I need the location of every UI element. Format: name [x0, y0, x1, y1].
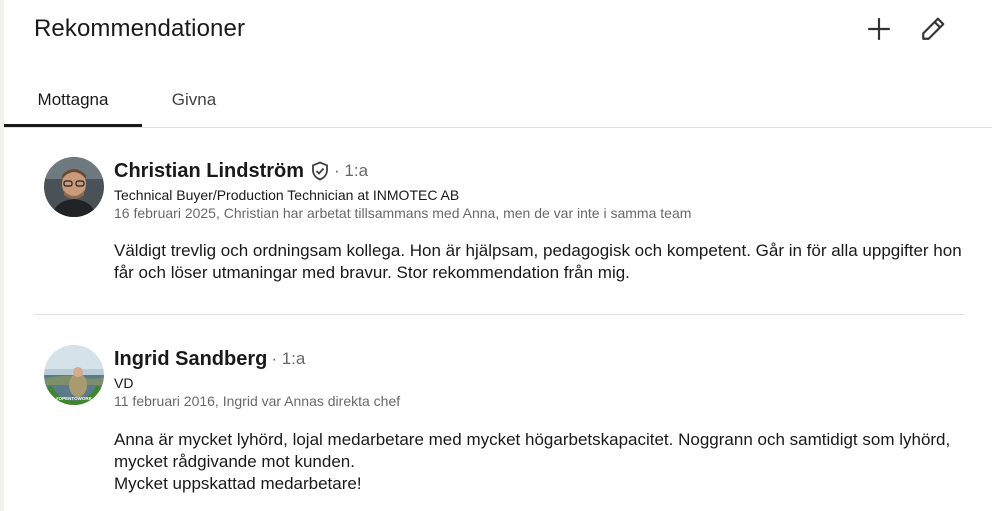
- connection-degree: · 1:a: [271, 349, 306, 368]
- recommender-name[interactable]: Ingrid Sandberg: [114, 348, 267, 371]
- section-header: Rekommendationer: [34, 14, 968, 44]
- recommender-headline: Technical Buyer/Production Technician at…: [114, 187, 460, 203]
- recommendation-text: Anna är mycket lyhörd, lojal medarbetare…: [114, 430, 951, 493]
- verified-shield-icon: [310, 161, 330, 181]
- recommender-headline: VD: [114, 375, 134, 391]
- opentowork-frame-text: #OPENTOWORK: [56, 396, 92, 401]
- pencil-icon: [922, 17, 945, 40]
- avatar[interactable]: [44, 157, 104, 217]
- tab-given[interactable]: Givna: [142, 72, 246, 127]
- tab-received[interactable]: Mottagna: [4, 72, 142, 127]
- edit-recommendations-button[interactable]: [916, 12, 950, 46]
- add-recommendation-button[interactable]: [862, 12, 896, 46]
- recommender-name[interactable]: Christian Lindström: [114, 160, 304, 183]
- recommendation-meta: 11 februari 2016, Ingrid var Annas direk…: [114, 393, 401, 409]
- page-title: Rekommendationer: [34, 15, 246, 42]
- connection-degree: · 1:a: [334, 161, 369, 180]
- tabs-divider: [4, 127, 992, 128]
- recommendation-text: Väldigt trevlig och ordningsam kollega. …: [114, 241, 962, 282]
- plus-icon: [868, 18, 890, 40]
- item-divider: [34, 314, 964, 315]
- avatar[interactable]: #OPENTOWORK: [44, 345, 104, 405]
- recommendation-tabs: Mottagna Givna: [4, 72, 992, 127]
- recommendation-meta: 16 februari 2025, Christian har arbetat …: [114, 205, 692, 221]
